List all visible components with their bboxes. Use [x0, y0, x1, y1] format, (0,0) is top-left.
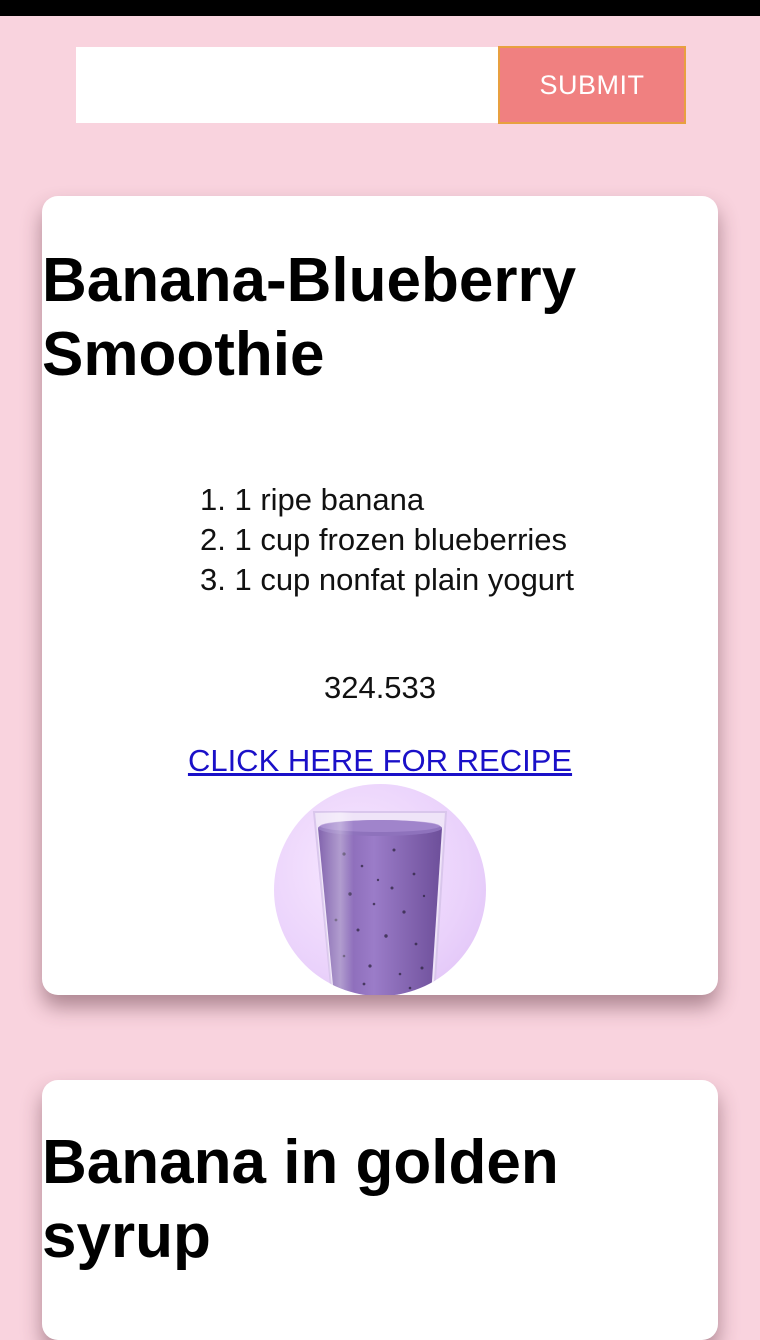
search-input[interactable]: [76, 47, 498, 123]
submit-button[interactable]: SUBMIT: [498, 46, 686, 124]
calories-value: 324.533: [323, 670, 437, 705]
recipe-link[interactable]: CLICK HERE FOR RECIPE: [188, 743, 572, 778]
recipe-link-container: CLICK HERE FOR RECIPE: [42, 743, 718, 779]
ingredient-list: 1. 1 ripe banana 2. 1 cup frozen blueber…: [200, 480, 574, 600]
smoothie-glass-image: [312, 811, 448, 995]
recipe-image: [274, 784, 486, 995]
ingredient-item: 2. 1 cup frozen blueberries: [200, 522, 568, 557]
status-bar: [0, 0, 760, 16]
recipe-title: Banana in golden syrup: [42, 1128, 559, 1271]
search-form: SUBMIT: [76, 46, 686, 124]
ingredient-item: 1. 1 ripe banana: [200, 482, 425, 517]
recipe-title: Banana-Blueberry Smoothie: [42, 246, 577, 389]
recipe-card: Banana-Blueberry Smoothie 1. 1 ripe bana…: [42, 196, 718, 995]
recipe-card: Banana in golden syrup: [42, 1080, 718, 1340]
ingredient-item: 3. 1 cup nonfat plain yogurt: [200, 562, 574, 597]
